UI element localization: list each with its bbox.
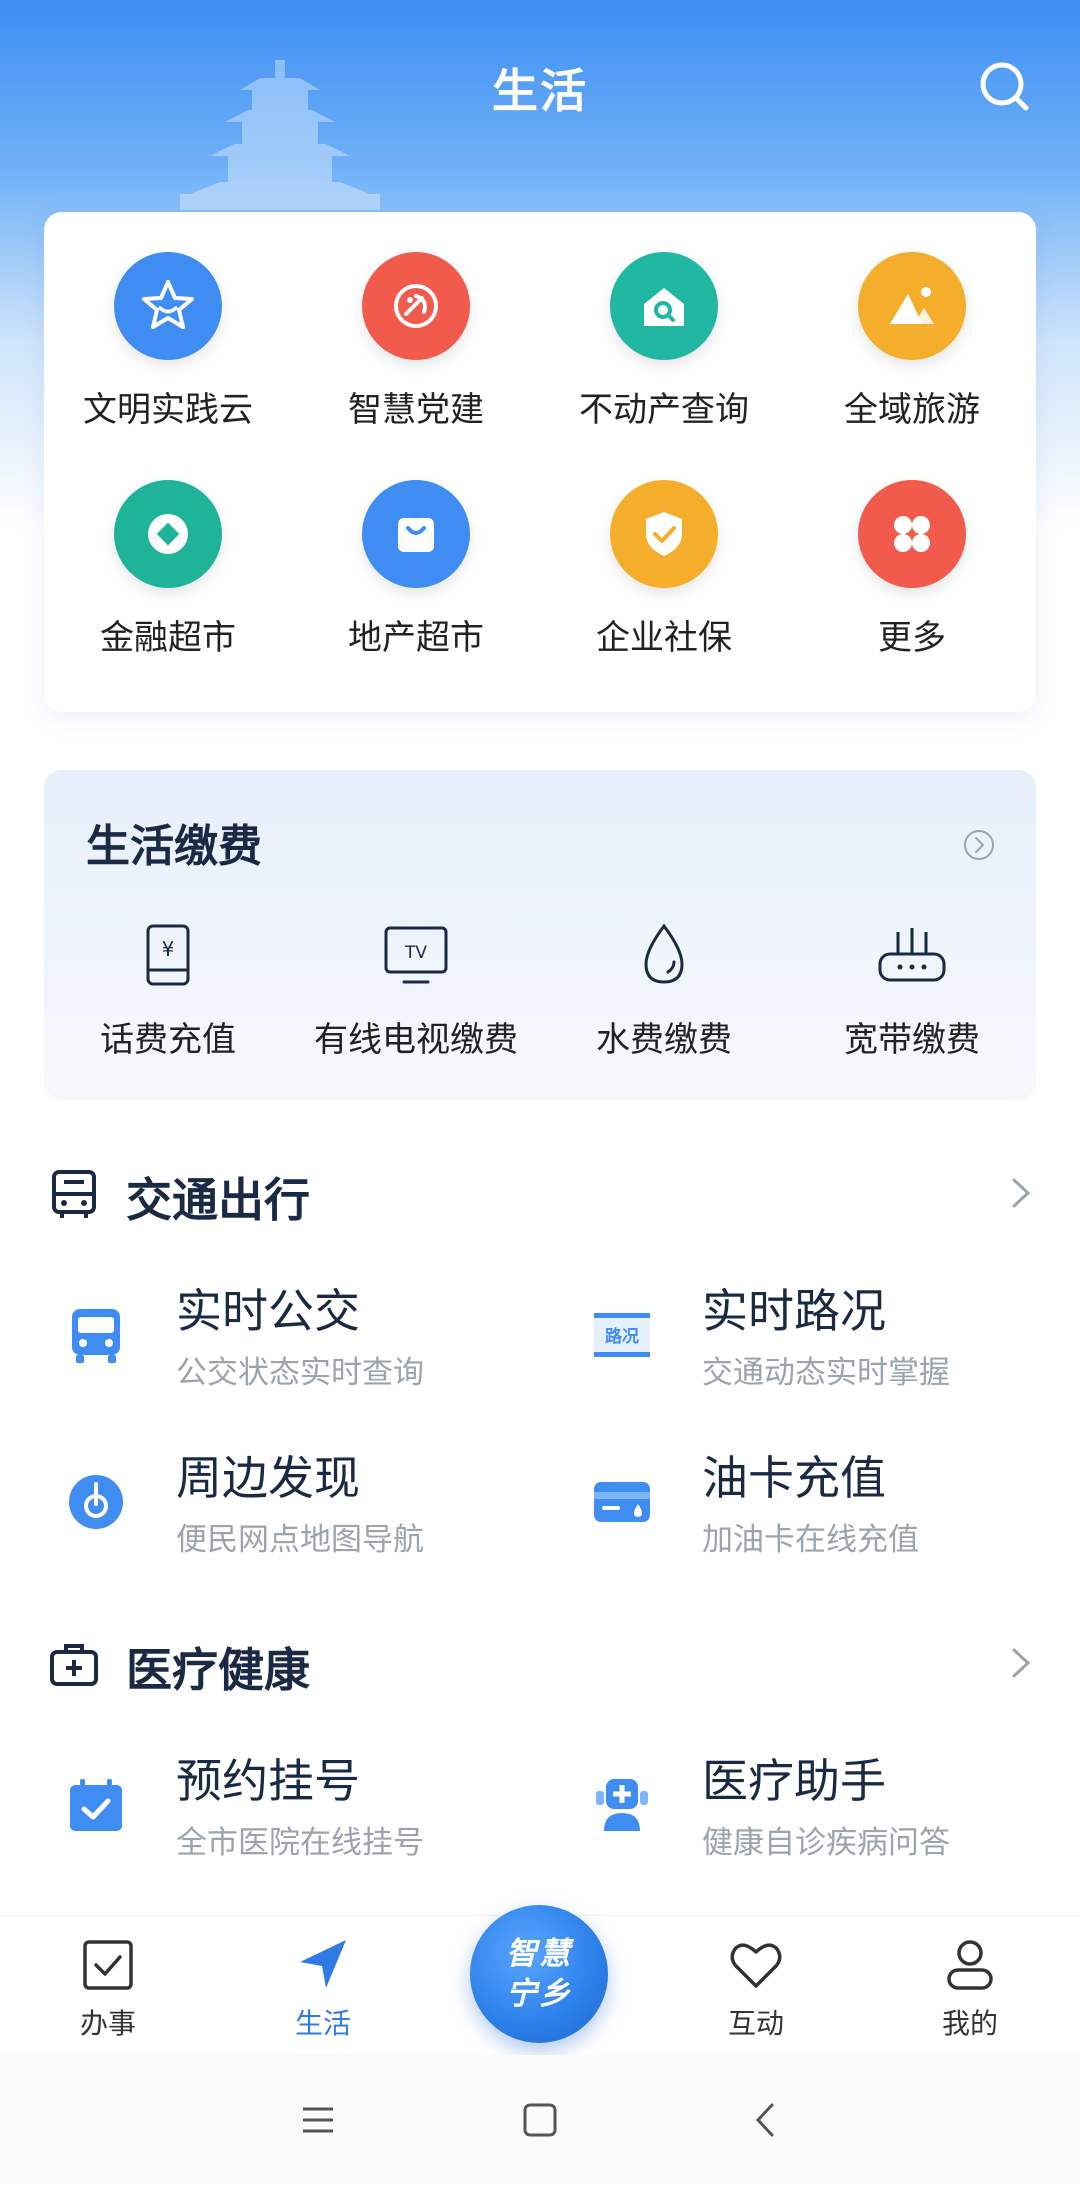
medical-section-header[interactable]: 医疗健康 <box>44 1630 1036 1700</box>
service-wenming[interactable]: 文明实践云 <box>44 252 292 480</box>
navigation-arrow-icon <box>300 1940 346 1988</box>
feature-subtitle: 公交状态实时查询 <box>176 1355 424 1391</box>
shield-check-icon <box>610 480 718 588</box>
payment-phone[interactable]: ¥ 话费充值 <box>44 920 292 1061</box>
calendar-check-icon <box>70 1779 122 1831</box>
feature-fuel-card[interactable]: 油卡充值 加油卡在线充值 <box>570 1442 1070 1562</box>
feature-medical-assistant[interactable]: 医疗助手 健康自诊疾病问答 <box>570 1745 1070 1865</box>
bus-front-icon <box>52 1170 96 1218</box>
person-icon <box>947 1940 993 1990</box>
service-more[interactable]: 更多 <box>788 480 1036 704</box>
payment-label: 有线电视缴费 <box>314 1020 518 1060</box>
payment-label: 宽带缴费 <box>844 1020 980 1060</box>
service-label: 全域旅游 <box>844 390 980 430</box>
payment-label: 水费缴费 <box>596 1020 732 1060</box>
chevron-right-icon[interactable] <box>1006 1642 1036 1684</box>
service-dangjian[interactable]: 智慧党建 <box>292 252 540 480</box>
feature-road-conditions[interactable]: 路况 实时路况 交通动态实时掌握 <box>570 1275 1070 1395</box>
feature-title: 实时路况 <box>702 1284 886 1338</box>
transport-section-title: 交通出行 <box>126 1173 310 1227</box>
feature-subtitle: 健康自诊疾病问答 <box>702 1825 950 1861</box>
feature-title: 医疗助手 <box>702 1754 886 1808</box>
center-button-line1: 智慧 <box>506 1936 572 1972</box>
nav-label: 办事 <box>79 2007 136 2040</box>
feature-title: 油卡充值 <box>702 1451 886 1505</box>
feature-subtitle: 全市医院在线挂号 <box>176 1825 424 1861</box>
back-icon[interactable] <box>740 2095 790 2145</box>
payment-tv[interactable]: TV 有线电视缴费 <box>292 920 540 1061</box>
feature-subtitle: 交通动态实时掌握 <box>702 1355 950 1391</box>
nav-item-hudong[interactable]: 互动 <box>686 1936 826 2046</box>
service-dichan[interactable]: 地产超市 <box>292 480 540 704</box>
medical-kit-icon <box>50 1644 98 1686</box>
feature-nearby[interactable]: 周边发现 便民网点地图导航 <box>44 1442 544 1562</box>
mountain-icon <box>858 252 966 360</box>
feature-realtime-bus[interactable]: 实时公交 公交状态实时查询 <box>44 1275 544 1395</box>
service-jinrong[interactable]: 金融超市 <box>44 480 292 704</box>
payment-label: 话费充值 <box>100 1020 236 1060</box>
medical-section-title: 医疗健康 <box>126 1643 310 1697</box>
phone-yen-icon: ¥ <box>146 924 190 986</box>
payment-broadband[interactable]: 宽带缴费 <box>788 920 1036 1061</box>
party-emblem-icon <box>362 252 470 360</box>
nav-label: 生活 <box>294 2007 351 2040</box>
road-sign-badge: 路况 <box>605 1326 639 1347</box>
search-icon[interactable] <box>976 58 1032 114</box>
system-nav-bar <box>0 2055 1080 2185</box>
heart-icon <box>730 1943 782 1988</box>
feature-appointment[interactable]: 预约挂号 全市医院在线挂号 <box>44 1745 544 1865</box>
house-search-icon <box>610 252 718 360</box>
nav-item-banshi[interactable]: 办事 <box>38 1936 178 2046</box>
more-grid-icon <box>858 480 966 588</box>
nav-item-shenghuo[interactable]: 生活 <box>253 1936 393 2046</box>
service-lvyou[interactable]: 全域旅游 <box>788 252 1036 480</box>
feature-title: 实时公交 <box>176 1284 360 1338</box>
checkbox-icon <box>83 1940 133 1990</box>
bus-icon <box>72 1309 120 1363</box>
medical-assistant-icon <box>596 1779 648 1831</box>
nav-item-wode[interactable]: 我的 <box>900 1936 1040 2046</box>
service-budongchan[interactable]: 不动产查询 <box>540 252 788 480</box>
transport-section-header[interactable]: 交通出行 <box>44 1160 1036 1230</box>
svg-text:¥: ¥ <box>162 937 175 961</box>
feature-title: 预约挂号 <box>176 1754 360 1808</box>
home-square-icon[interactable] <box>515 2095 565 2145</box>
svg-text:TV: TV <box>404 943 427 963</box>
chevron-circle-icon[interactable] <box>962 828 996 862</box>
shopping-bag-icon <box>362 480 470 588</box>
star-smile-icon <box>114 252 222 360</box>
coin-icon <box>114 480 222 588</box>
tv-icon: TV <box>384 926 448 984</box>
chevron-right-icon[interactable] <box>1006 1172 1036 1214</box>
services-card: 文明实践云 智慧党建 不动产查询 全域旅游 金融超市 地产超市 企业社保 更多 <box>44 212 1036 712</box>
feature-subtitle: 加油卡在线充值 <box>702 1522 919 1558</box>
router-icon <box>878 928 946 982</box>
payments-card: 生活缴费 ¥ 话费充值 TV 有线电视缴费 水费缴费 宽带缴费 <box>44 770 1036 1100</box>
water-drop-icon <box>644 923 684 984</box>
service-label: 文明实践云 <box>83 390 253 430</box>
service-label: 企业社保 <box>596 618 732 658</box>
service-label: 金融超市 <box>100 618 236 658</box>
payments-title: 生活缴费 <box>86 821 262 872</box>
page-title: 生活 <box>492 64 588 118</box>
center-button-line2: 宁乡 <box>506 1976 572 2012</box>
center-home-button[interactable]: 智慧 宁乡 <box>470 1905 608 2043</box>
nav-label: 我的 <box>941 2007 998 2040</box>
service-label: 不动产查询 <box>579 390 749 430</box>
feature-subtitle: 便民网点地图导航 <box>176 1522 424 1558</box>
feature-title: 周边发现 <box>176 1451 360 1505</box>
menu-icon[interactable] <box>293 2095 343 2145</box>
service-label: 更多 <box>878 618 946 658</box>
card-icon <box>594 1482 650 1522</box>
road-sign-icon: 路况 <box>594 1313 650 1357</box>
service-label: 智慧党建 <box>348 390 484 430</box>
service-shebao[interactable]: 企业社保 <box>540 480 788 704</box>
service-label: 地产超市 <box>348 618 484 658</box>
payment-water[interactable]: 水费缴费 <box>540 920 788 1061</box>
location-disc-icon <box>69 1475 123 1529</box>
nav-label: 互动 <box>727 2007 784 2040</box>
